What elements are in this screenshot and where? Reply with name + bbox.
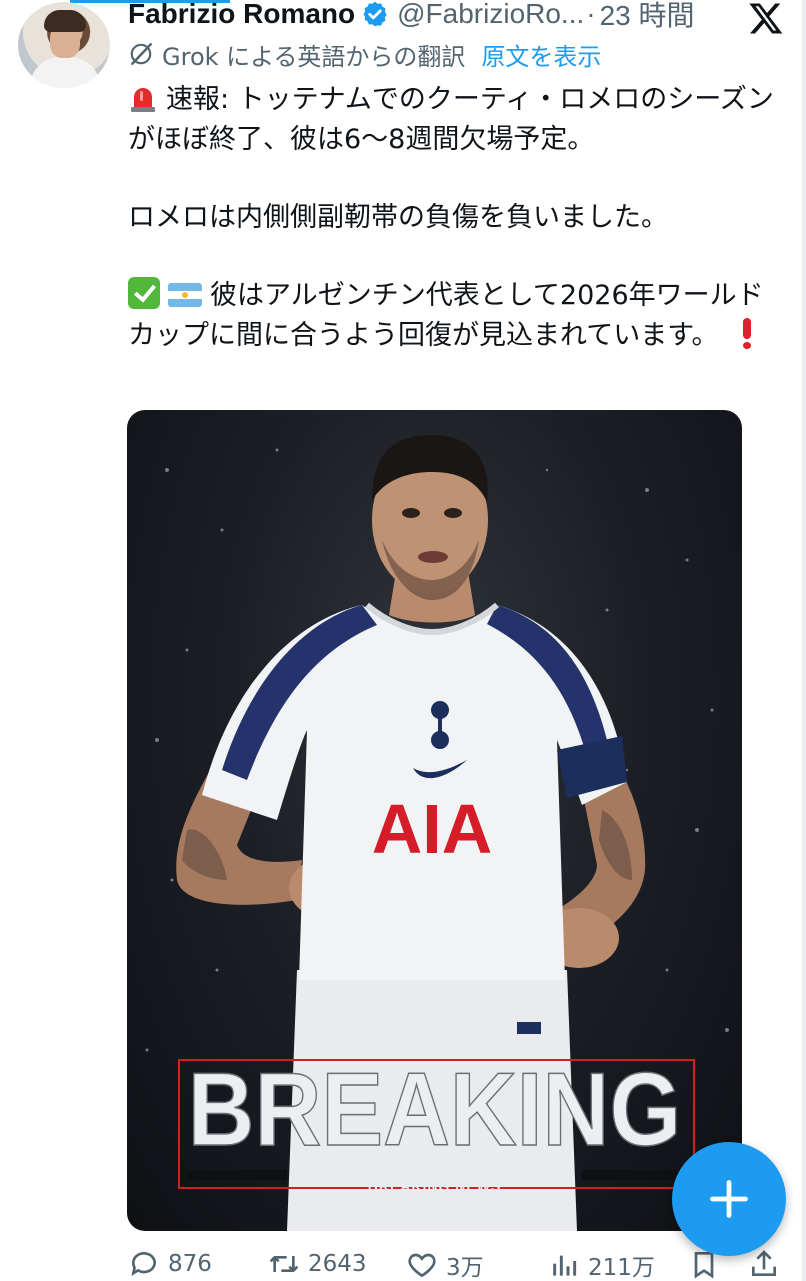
tweet-action-bar: 876 2643 3万 211万 bbox=[128, 1248, 788, 1281]
translation-note: Grok による英語からの翻訳 bbox=[162, 42, 466, 71]
compose-button[interactable] bbox=[672, 1142, 786, 1256]
exclamation-emoji-icon bbox=[741, 318, 753, 349]
media-headline: BREAKING bbox=[188, 1051, 682, 1167]
views-button[interactable]: 211万 bbox=[548, 1248, 655, 1281]
like-button[interactable]: 3万 bbox=[406, 1248, 484, 1281]
tweet-paragraph-1: 速報: トッテナムでのクーティ・ロメロのシーズンがほぼ終了、彼は6〜8週間欠場予… bbox=[128, 80, 788, 160]
heart-icon bbox=[408, 1253, 436, 1278]
repost-button[interactable]: 2643 bbox=[268, 1248, 367, 1280]
verified-badge-icon bbox=[363, 1, 387, 27]
author-display-name[interactable]: Fabrizio Romano bbox=[128, 0, 355, 30]
x-logo-icon[interactable] bbox=[748, 0, 784, 36]
reply-button[interactable]: 876 bbox=[128, 1248, 212, 1280]
grok-icon bbox=[130, 43, 152, 65]
tweet-header: Fabrizio Romano @FabrizioRo... · 23 時間 bbox=[128, 0, 695, 36]
reply-icon bbox=[131, 1252, 156, 1277]
share-icon bbox=[752, 1250, 776, 1276]
plus-icon bbox=[710, 1180, 748, 1218]
media-subline: BREAKING NEWS bbox=[368, 1178, 502, 1194]
time-separator: · bbox=[586, 0, 596, 29]
reply-count: 876 bbox=[168, 1251, 212, 1277]
avatar[interactable] bbox=[18, 2, 110, 88]
tweet-media-image[interactable]: AIA BREAKING BREAKING NEWS bbox=[127, 410, 742, 1231]
like-count: 3万 bbox=[446, 1255, 484, 1281]
shirt-sponsor: AIA bbox=[372, 790, 493, 868]
check-mark-emoji-icon bbox=[128, 277, 160, 309]
views-count: 211万 bbox=[588, 1255, 655, 1281]
tweet-paragraph-3: 彼はアルゼンチン代表として2026年ワールドカップに間に合うよう回復が見込まれて… bbox=[128, 276, 788, 356]
tweet-detail-view: Fabrizio Romano @FabrizioRo... · 23 時間 G… bbox=[0, 0, 806, 1281]
siren-emoji-icon bbox=[131, 88, 155, 112]
repost-icon bbox=[269, 1256, 299, 1272]
tweet-timestamp[interactable]: 23 時間 bbox=[600, 0, 695, 34]
show-original-link[interactable]: 原文を表示 bbox=[481, 37, 601, 72]
translation-row: Grok による英語からの翻訳 原文を表示 bbox=[128, 36, 601, 72]
bar-chart-icon bbox=[553, 1255, 577, 1276]
argentina-flag-icon bbox=[168, 283, 202, 307]
author-handle[interactable]: @FabrizioRo... bbox=[397, 0, 584, 30]
tweet-text-line-1: 速報: トッテナムでのクーティ・ロメロのシーズンがほぼ終了、彼は6〜8週間欠場予… bbox=[128, 84, 774, 155]
repost-count: 2643 bbox=[308, 1251, 367, 1277]
player-photo: AIA BREAKING BREAKING NEWS bbox=[145, 435, 729, 1231]
tweet-body: 速報: トッテナムでのクーティ・ロメロのシーズンがほぼ終了、彼は6〜8週間欠場予… bbox=[128, 80, 788, 356]
share-button[interactable] bbox=[748, 1248, 780, 1280]
tweet-paragraph-2: ロメロは内側側副靭帯の負傷を負いました。 bbox=[128, 202, 668, 233]
right-edge-divider bbox=[802, 0, 806, 1281]
tweet-text-line-3: 彼はアルゼンチン代表として2026年ワールドカップに間に合うよう回復が見込まれて… bbox=[128, 280, 764, 351]
